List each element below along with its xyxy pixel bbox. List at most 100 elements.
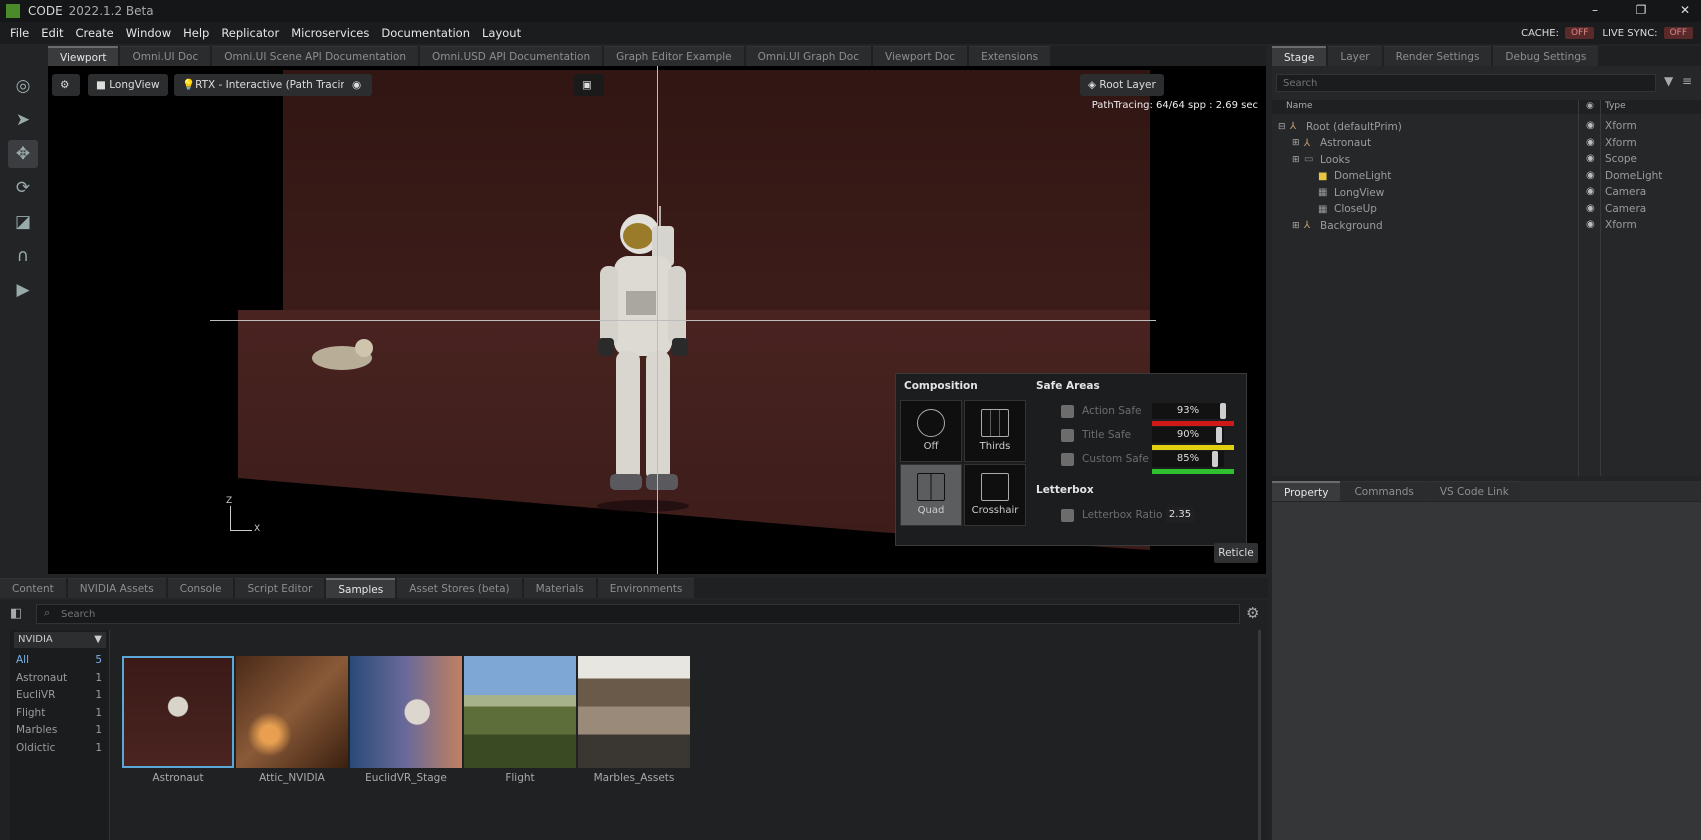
custom-safe-slider-handle[interactable] (1212, 451, 1218, 467)
category-item[interactable]: Flight 1 (16, 707, 102, 719)
visibility-eye-icon[interactable]: ◉ (1586, 137, 1595, 148)
tab-graph-doc[interactable]: Omni.UI Graph Doc (745, 46, 871, 66)
menu-edit[interactable]: Edit (41, 26, 63, 40)
collapse-sidebar-icon[interactable]: ◧ (10, 606, 22, 621)
sample-thumbnail[interactable] (464, 656, 576, 768)
visibility-eye-icon[interactable]: ◉ (1586, 219, 1595, 230)
samples-settings-gear-icon[interactable]: ⚙ (1246, 604, 1259, 622)
close-icon[interactable]: ✕ (1678, 3, 1692, 17)
letterbox-checkbox[interactable] (1061, 508, 1074, 522)
tab-omni-ui-doc[interactable]: Omni.UI Doc (120, 46, 211, 66)
fullscreen-toggle-icon[interactable]: ▣ (574, 74, 604, 96)
menu-microservices[interactable]: Microservices (291, 26, 369, 40)
samples-scrollbar[interactable] (1258, 630, 1261, 840)
tab-commands[interactable]: Commands (1342, 481, 1426, 501)
renderer-dropdown[interactable]: 💡RTX - Interactive (Path Tracing) (174, 74, 366, 96)
live-sync-toggle[interactable]: OFF (1663, 27, 1693, 39)
tab-viewport[interactable]: Viewport (48, 46, 119, 66)
composition-quad-button[interactable]: Quad (900, 464, 962, 526)
expand-icon[interactable]: ⊞ (1292, 155, 1304, 165)
tab-nvidia-assets[interactable]: NVIDIA Assets (67, 578, 166, 598)
letterbox-ratio-value[interactable]: 2.35 (1166, 507, 1194, 523)
stage-tree-row[interactable]: ▦ CloseUp (1306, 201, 1377, 218)
stage-tree-row[interactable]: ⊞ ▭ Looks (1292, 151, 1350, 168)
cache-toggle[interactable]: OFF (1564, 27, 1595, 39)
sample-thumbnail[interactable] (350, 656, 462, 768)
tab-script-editor[interactable]: Script Editor (235, 578, 325, 598)
tab-extensions[interactable]: Extensions (969, 46, 1051, 66)
tab-materials[interactable]: Materials (523, 578, 596, 598)
action-safe-checkbox[interactable] (1061, 404, 1074, 418)
restore-icon[interactable]: ❐ (1634, 3, 1648, 17)
menu-replicator[interactable]: Replicator (221, 26, 279, 40)
reticle-button[interactable]: Reticle (1214, 543, 1258, 563)
category-item[interactable]: Oldictic 1 (16, 742, 102, 754)
samples-search-input[interactable] (36, 604, 1240, 624)
stage-tree-row[interactable]: ⊞ ⅄ Background (1292, 217, 1383, 234)
expand-icon[interactable]: ⊞ (1292, 221, 1304, 231)
tab-content[interactable]: Content (0, 578, 66, 598)
snap-icon[interactable]: ∩ (8, 242, 38, 270)
menu-layout[interactable]: Layout (482, 26, 521, 40)
move-icon[interactable]: ✥ (8, 140, 38, 168)
tab-layer[interactable]: Layer (1328, 46, 1382, 66)
tab-environments[interactable]: Environments (597, 578, 695, 598)
sample-thumbnail[interactable] (578, 656, 690, 768)
tab-asset-stores[interactable]: Asset Stores (beta) (397, 578, 522, 598)
stage-tree-row[interactable]: ⊟ ⅄ Root (defaultPrim) (1278, 118, 1402, 135)
menu-create[interactable]: Create (76, 26, 114, 40)
category-item[interactable]: Marbles 1 (16, 724, 102, 736)
minimize-icon[interactable]: – (1588, 3, 1602, 17)
tab-console[interactable]: Console (167, 578, 234, 598)
tab-render-settings[interactable]: Render Settings (1383, 46, 1492, 66)
title-safe-slider-handle[interactable] (1216, 427, 1222, 443)
select-mode-icon[interactable]: ◎ (8, 72, 38, 100)
composition-off-button[interactable]: Off (900, 400, 962, 462)
stage-tree-row[interactable]: ▦ LongView (1306, 184, 1384, 201)
category-item[interactable]: All 5 (16, 654, 102, 666)
filter-icon[interactable]: ▼ (1664, 74, 1673, 88)
action-safe-value[interactable]: 93% (1152, 403, 1224, 419)
category-item[interactable]: EucliVR 1 (16, 689, 102, 701)
menu-documentation[interactable]: Documentation (381, 26, 470, 40)
tab-debug-settings[interactable]: Debug Settings (1493, 46, 1599, 66)
tab-graph-editor-example[interactable]: Graph Editor Example (604, 46, 744, 66)
tab-samples[interactable]: Samples (326, 578, 396, 598)
visibility-eye-icon[interactable]: ◉ (1586, 170, 1595, 181)
menu-help[interactable]: Help (183, 26, 209, 40)
action-safe-slider-handle[interactable] (1220, 403, 1226, 419)
options-menu-icon[interactable]: ≡ (1682, 74, 1692, 88)
stage-tree-row[interactable]: ■ DomeLight (1306, 168, 1391, 185)
stage-search-input[interactable] (1276, 74, 1656, 92)
layer-dropdown[interactable]: ◈ Root Layer (1080, 74, 1164, 96)
tab-stage[interactable]: Stage (1272, 46, 1327, 66)
stage-tree-row[interactable]: ⊞ ⅄ Astronaut (1292, 135, 1371, 152)
select-arrow-icon[interactable]: ➤ (8, 106, 38, 134)
tab-property[interactable]: Property (1272, 481, 1341, 501)
astronaut-model[interactable] (588, 206, 698, 516)
rotate-icon[interactable]: ⟳ (8, 174, 38, 202)
tab-scene-api-doc[interactable]: Omni.UI Scene API Documentation (212, 46, 419, 66)
title-safe-checkbox[interactable] (1061, 428, 1074, 442)
viewport-settings-gear-icon[interactable]: ⚙ (52, 74, 80, 96)
sample-thumbnail[interactable] (122, 656, 234, 768)
visibility-eye-icon[interactable]: ◉ (1586, 120, 1595, 131)
tab-vs-code-link[interactable]: VS Code Link (1427, 481, 1521, 501)
expand-icon[interactable]: ⊞ (1292, 138, 1304, 148)
menu-window[interactable]: Window (126, 26, 171, 40)
visibility-eye-icon[interactable]: ◉ (1586, 153, 1595, 164)
custom-safe-checkbox[interactable] (1061, 452, 1074, 466)
collapse-icon[interactable]: ⊟ (1278, 122, 1290, 132)
play-icon[interactable]: ▶ (8, 276, 38, 304)
scale-icon[interactable]: ◪ (8, 208, 38, 236)
sample-thumbnail[interactable] (236, 656, 348, 768)
tab-usd-api-doc[interactable]: Omni.USD API Documentation (420, 46, 603, 66)
visibility-eye-icon[interactable]: ◉ (1586, 203, 1595, 214)
title-safe-value[interactable]: 90% (1152, 427, 1224, 443)
visibility-eye-icon[interactable]: ◉ (344, 74, 372, 96)
composition-thirds-button[interactable]: Thirds (964, 400, 1026, 462)
composition-crosshair-button[interactable]: Crosshair (964, 464, 1026, 526)
tab-viewport-doc[interactable]: Viewport Doc (873, 46, 968, 66)
camera-dropdown[interactable]: ■ LongView (88, 74, 168, 96)
source-dropdown[interactable]: NVIDIA ▼ (14, 632, 106, 648)
